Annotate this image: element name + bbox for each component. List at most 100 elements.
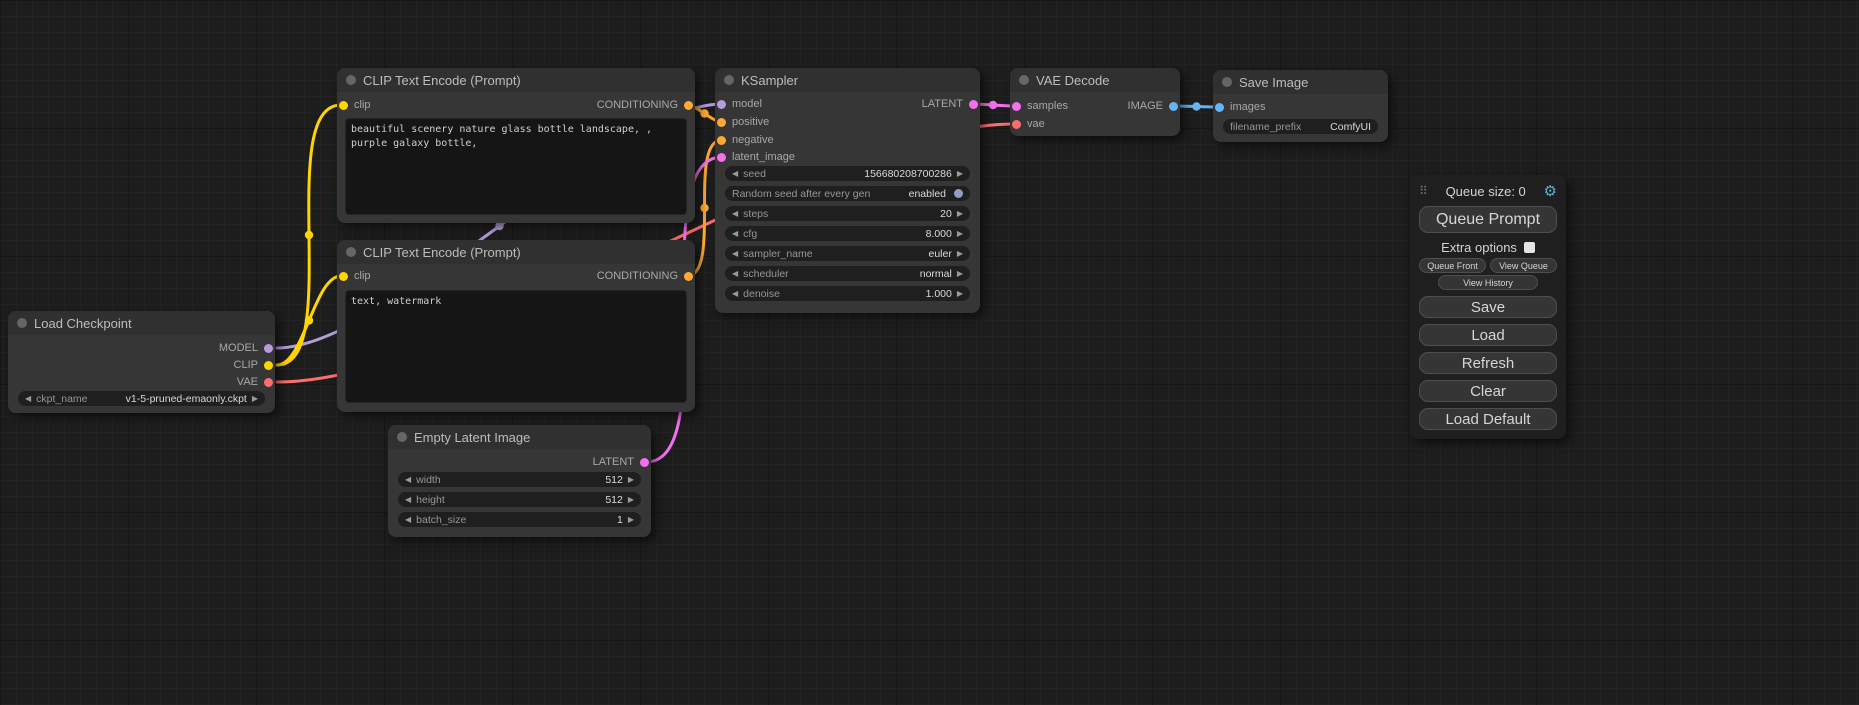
- widget-steps[interactable]: ◀ steps 20 ▶: [725, 206, 970, 221]
- load-button[interactable]: Load: [1419, 324, 1557, 346]
- port-dot[interactable]: [1012, 102, 1021, 111]
- node-title-bar[interactable]: Load Checkpoint: [8, 311, 275, 335]
- increment-arrow-icon[interactable]: ▶: [957, 230, 963, 238]
- increment-arrow-icon[interactable]: ▶: [957, 210, 963, 218]
- port-dot[interactable]: [339, 272, 348, 281]
- widget-ckpt-name[interactable]: ◀ ckpt_name v1-5-pruned-emaonly.ckpt ▶: [18, 391, 265, 406]
- output-port-image[interactable]: IMAGE: [1128, 99, 1180, 113]
- port-dot[interactable]: [684, 101, 693, 110]
- queue-prompt-button[interactable]: Queue Prompt: [1419, 206, 1557, 233]
- port-dot[interactable]: [640, 458, 649, 467]
- widget-batch-size[interactable]: ◀ batch_size 1 ▶: [398, 512, 641, 527]
- increment-arrow-icon[interactable]: ▶: [628, 496, 634, 504]
- node-clip-text-encode-negative[interactable]: CLIP Text Encode (Prompt) clip CONDITION…: [337, 240, 695, 412]
- input-port-clip[interactable]: clip: [337, 269, 371, 283]
- collapse-dot[interactable]: [346, 247, 356, 257]
- clear-button[interactable]: Clear: [1419, 380, 1557, 402]
- extra-options-checkbox[interactable]: [1524, 242, 1535, 253]
- decrement-arrow-icon[interactable]: ◀: [405, 496, 411, 504]
- decrement-arrow-icon[interactable]: ◀: [25, 395, 31, 403]
- widget-sampler-name[interactable]: ◀ sampler_name euler ▶: [725, 246, 970, 261]
- output-port-vae[interactable]: VAE: [237, 375, 275, 389]
- input-port-samples[interactable]: samples: [1010, 99, 1068, 113]
- view-history-button[interactable]: View History: [1438, 275, 1537, 290]
- node-graph-canvas[interactable]: Load Checkpoint MODEL CLIP VAE ◀ ckpt_na…: [0, 0, 1859, 705]
- collapse-dot[interactable]: [17, 318, 27, 328]
- node-load-checkpoint[interactable]: Load Checkpoint MODEL CLIP VAE ◀ ckpt_na…: [8, 311, 275, 413]
- queue-front-button[interactable]: Queue Front: [1419, 258, 1486, 273]
- port-dot[interactable]: [969, 100, 978, 109]
- port-dot[interactable]: [717, 136, 726, 145]
- output-port-conditioning[interactable]: CONDITIONING: [597, 98, 695, 112]
- widget-random-seed-toggle[interactable]: Random seed after every gen enabled: [725, 186, 970, 201]
- increment-arrow-icon[interactable]: ▶: [957, 170, 963, 178]
- decrement-arrow-icon[interactable]: ◀: [732, 250, 738, 258]
- port-dot[interactable]: [264, 378, 273, 387]
- port-dot[interactable]: [717, 153, 726, 162]
- input-port-positive[interactable]: positive: [715, 115, 769, 129]
- widget-height[interactable]: ◀ height 512 ▶: [398, 492, 641, 507]
- output-port-conditioning[interactable]: CONDITIONING: [597, 269, 695, 283]
- refresh-button[interactable]: Refresh: [1419, 352, 1557, 374]
- port-dot[interactable]: [684, 272, 693, 281]
- port-dot[interactable]: [717, 118, 726, 127]
- decrement-arrow-icon[interactable]: ◀: [732, 170, 738, 178]
- collapse-dot[interactable]: [397, 432, 407, 442]
- output-port-clip[interactable]: CLIP: [234, 358, 275, 372]
- port-dot[interactable]: [1215, 103, 1224, 112]
- port-dot[interactable]: [339, 101, 348, 110]
- decrement-arrow-icon[interactable]: ◀: [732, 230, 738, 238]
- prompt-textarea[interactable]: text, watermark: [345, 290, 687, 403]
- input-port-clip[interactable]: clip: [337, 98, 371, 112]
- increment-arrow-icon[interactable]: ▶: [628, 516, 634, 524]
- node-ksampler[interactable]: KSampler model positive negative latent_…: [715, 68, 980, 313]
- input-port-vae[interactable]: vae: [1010, 117, 1045, 131]
- node-title-bar[interactable]: KSampler: [715, 68, 980, 92]
- port-dot[interactable]: [264, 361, 273, 370]
- port-dot[interactable]: [717, 100, 726, 109]
- node-title-bar[interactable]: Save Image: [1213, 70, 1388, 94]
- node-title-bar[interactable]: CLIP Text Encode (Prompt): [337, 240, 695, 264]
- decrement-arrow-icon[interactable]: ◀: [732, 290, 738, 298]
- node-title-bar[interactable]: VAE Decode: [1010, 68, 1180, 92]
- view-queue-button[interactable]: View Queue: [1490, 258, 1557, 273]
- port-dot[interactable]: [1169, 102, 1178, 111]
- input-port-latent-image[interactable]: latent_image: [715, 150, 795, 164]
- node-empty-latent-image[interactable]: Empty Latent Image LATENT ◀ width 512 ▶ …: [388, 425, 651, 537]
- collapse-dot[interactable]: [346, 75, 356, 85]
- increment-arrow-icon[interactable]: ▶: [252, 395, 258, 403]
- output-port-latent[interactable]: LATENT: [922, 97, 980, 111]
- input-port-images[interactable]: images: [1213, 100, 1265, 114]
- node-save-image[interactable]: Save Image images filename_prefix ComfyU…: [1213, 70, 1388, 142]
- prompt-textarea[interactable]: beautiful scenery nature glass bottle la…: [345, 118, 687, 215]
- increment-arrow-icon[interactable]: ▶: [628, 476, 634, 484]
- input-port-model[interactable]: model: [715, 97, 762, 111]
- widget-cfg[interactable]: ◀ cfg 8.000 ▶: [725, 226, 970, 241]
- decrement-arrow-icon[interactable]: ◀: [732, 270, 738, 278]
- widget-filename-prefix[interactable]: filename_prefix ComfyUI: [1223, 119, 1378, 134]
- output-port-latent[interactable]: LATENT: [593, 455, 651, 469]
- input-port-negative[interactable]: negative: [715, 133, 774, 147]
- save-button[interactable]: Save: [1419, 296, 1557, 318]
- port-dot[interactable]: [1012, 120, 1021, 129]
- widget-width[interactable]: ◀ width 512 ▶: [398, 472, 641, 487]
- widget-seed[interactable]: ◀ seed 156680208700286 ▶: [725, 166, 970, 181]
- node-title-bar[interactable]: Empty Latent Image: [388, 425, 651, 449]
- increment-arrow-icon[interactable]: ▶: [957, 290, 963, 298]
- decrement-arrow-icon[interactable]: ◀: [405, 476, 411, 484]
- increment-arrow-icon[interactable]: ▶: [957, 270, 963, 278]
- node-vae-decode[interactable]: VAE Decode samples vae IMAGE: [1010, 68, 1180, 136]
- toggle-dot[interactable]: [954, 189, 963, 198]
- port-dot[interactable]: [264, 344, 273, 353]
- drag-handle-icon[interactable]: ⠿: [1419, 184, 1428, 198]
- widget-scheduler[interactable]: ◀ scheduler normal ▶: [725, 266, 970, 281]
- node-title-bar[interactable]: CLIP Text Encode (Prompt): [337, 68, 695, 92]
- decrement-arrow-icon[interactable]: ◀: [405, 516, 411, 524]
- collapse-dot[interactable]: [1019, 75, 1029, 85]
- node-clip-text-encode-positive[interactable]: CLIP Text Encode (Prompt) clip CONDITION…: [337, 68, 695, 223]
- collapse-dot[interactable]: [1222, 77, 1232, 87]
- increment-arrow-icon[interactable]: ▶: [957, 250, 963, 258]
- settings-gear-icon[interactable]: ⚙: [1544, 182, 1557, 200]
- collapse-dot[interactable]: [724, 75, 734, 85]
- widget-denoise[interactable]: ◀ denoise 1.000 ▶: [725, 286, 970, 301]
